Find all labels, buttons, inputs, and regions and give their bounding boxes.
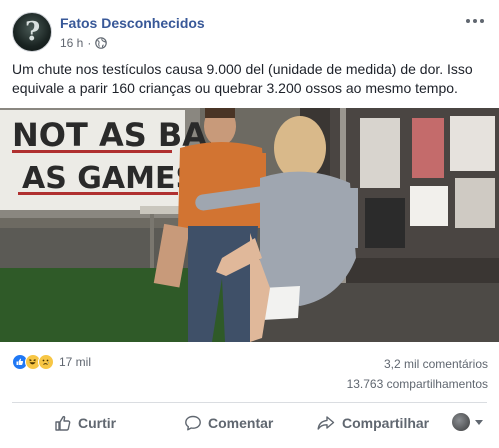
globe-icon[interactable] <box>95 37 108 49</box>
comment-button[interactable]: Comentar <box>184 408 273 438</box>
thumbs-up-icon <box>55 415 71 431</box>
sad-icon <box>38 354 54 370</box>
post-actions-bar: Curtir Comentar Compartilhar <box>12 408 487 438</box>
caret-down-icon <box>475 419 483 425</box>
post-stats: 3,2 mil comentários 13.763 compartilhame… <box>347 354 488 394</box>
more-options-button[interactable] <box>463 12 487 30</box>
shares-count-link[interactable]: 13.763 compartilhamentos <box>347 374 488 394</box>
reactions-summary[interactable]: 17 mil <box>12 352 91 372</box>
share-label: Compartilhar <box>342 415 430 431</box>
reaction-count: 17 mil <box>59 355 92 369</box>
comment-icon <box>185 415 201 431</box>
like-label: Curtir <box>78 415 117 431</box>
post-text: Um chute nos testículos causa 9.000 del … <box>12 61 473 96</box>
share-icon <box>317 416 335 430</box>
comment-label: Comentar <box>208 415 274 431</box>
post-header: ? Fatos Desconhecidos 16 h · <box>12 12 487 54</box>
like-button[interactable]: Curtir <box>54 408 116 438</box>
page-name-link[interactable]: Fatos Desconhecidos <box>60 14 205 32</box>
meta-separator: · <box>87 36 92 50</box>
video-still: NOT AS BAD AS GAMESTO <box>0 108 499 342</box>
post-meta: 16 h · <box>60 35 108 51</box>
facebook-post: ? Fatos Desconhecidos 16 h · Um chute no… <box>0 0 499 448</box>
comments-count-link[interactable]: 3,2 mil comentários <box>347 354 488 374</box>
page-avatar[interactable]: ? <box>12 12 52 52</box>
actions-divider <box>12 402 487 403</box>
post-timestamp[interactable]: 16 h <box>60 35 83 51</box>
profile-avatar-icon <box>452 413 470 431</box>
post-video-thumbnail[interactable]: NOT AS BAD AS GAMESTO <box>0 108 499 342</box>
post-as-selector[interactable] <box>452 413 483 431</box>
share-button[interactable]: Compartilhar <box>316 408 429 438</box>
